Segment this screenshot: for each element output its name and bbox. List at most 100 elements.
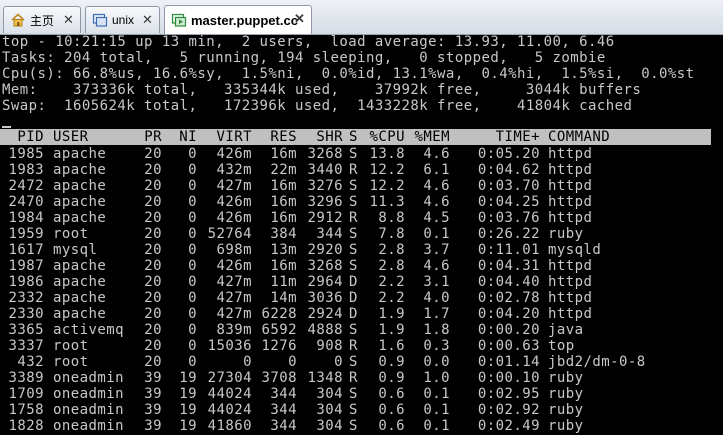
close-icon[interactable]: ✕	[62, 13, 75, 26]
cell-res: 16m	[270, 210, 297, 226]
cell-mem: 4.6	[423, 194, 450, 210]
cell-shr: 304	[316, 402, 343, 418]
column-header-res: RES	[270, 129, 297, 145]
cell-state: S	[349, 386, 358, 402]
close-icon[interactable]: ✕	[141, 13, 154, 26]
cell-shr: 304	[316, 386, 343, 402]
cell-user: oneadmin	[53, 402, 125, 418]
cell-shr: 0	[334, 354, 343, 370]
cell-shr: 3268	[307, 146, 343, 162]
cell-state: R	[349, 370, 358, 386]
tab-master-puppet[interactable]: master.puppet.cc ✕	[164, 5, 312, 34]
cell-shr: 344	[316, 226, 343, 242]
cell-shr: 2964	[307, 274, 343, 290]
cell-command: httpd	[548, 178, 593, 194]
cell-pid: 2330	[8, 306, 44, 322]
cell-mem: 0.1	[423, 226, 450, 242]
cell-pr: 39	[144, 386, 162, 402]
tab-unix[interactable]: unix ✕	[85, 6, 160, 33]
cell-ni: 0	[188, 338, 197, 354]
cell-virt: 432m	[216, 162, 252, 178]
cell-pid: 3389	[8, 370, 44, 386]
cell-state: S	[349, 402, 358, 418]
cell-pid: 1617	[8, 242, 44, 258]
cell-pid: 1758	[8, 402, 44, 418]
cell-time: 0:02.78	[477, 290, 540, 306]
cell-state: S	[349, 258, 358, 274]
cell-res: 344	[270, 386, 297, 402]
cell-res: 3708	[261, 370, 297, 386]
summary-mem: Mem: 373336k total, 335344k used, 37992k…	[2, 82, 642, 98]
close-icon[interactable]: ✕	[293, 12, 306, 25]
cell-time: 0:00.20	[477, 322, 540, 338]
cell-state: D	[349, 274, 358, 290]
cell-state: S	[349, 354, 358, 370]
cell-pid: 432	[17, 354, 44, 370]
tab-home[interactable]: 主页 ✕	[3, 6, 81, 33]
cell-res: 384	[270, 226, 297, 242]
cell-command: java	[548, 322, 584, 338]
cell-user: mysql	[53, 242, 98, 258]
column-header-mem: %MEM	[414, 129, 450, 145]
cell-cpu: 7.8	[378, 226, 405, 242]
cell-res: 0	[288, 354, 297, 370]
cell-virt: 426m	[216, 210, 252, 226]
terminal-window[interactable]: top - 10:21:15 up 13 min, 2 users, load …	[0, 34, 723, 435]
cell-res: 16m	[270, 194, 297, 210]
cell-pid: 1709	[8, 386, 44, 402]
cell-virt: 426m	[216, 258, 252, 274]
cell-virt: 839m	[216, 322, 252, 338]
terminal-cursor	[2, 126, 11, 128]
tab-master-puppet-label: master.puppet.cc	[191, 12, 298, 28]
cell-command: httpd	[548, 290, 593, 306]
cell-command: ruby	[548, 402, 584, 418]
cell-pr: 39	[144, 402, 162, 418]
cell-user: oneadmin	[53, 370, 125, 386]
cell-cpu: 2.8	[378, 258, 405, 274]
cell-pr: 20	[144, 274, 162, 290]
cell-cpu: 12.2	[369, 178, 405, 194]
cell-time: 0:03.76	[477, 210, 540, 226]
cell-user: apache	[53, 146, 107, 162]
cell-ni: 19	[179, 418, 197, 434]
cell-command: ruby	[548, 226, 584, 242]
cell-shr: 2924	[307, 306, 343, 322]
cell-state: D	[349, 306, 358, 322]
cell-res: 16m	[270, 258, 297, 274]
summary-cpu: Cpu(s): 66.8%us, 16.6%sy, 1.5%ni, 0.0%id…	[2, 66, 695, 82]
cell-state: S	[349, 146, 358, 162]
cell-mem: 0.1	[423, 418, 450, 434]
cell-mem: 4.6	[423, 146, 450, 162]
cell-res: 6592	[261, 322, 297, 338]
cell-command: ruby	[548, 370, 584, 386]
cell-cpu: 0.6	[378, 402, 405, 418]
tab-bar: 主页 ✕ unix ✕ master.puppet.cc ✕	[0, 0, 723, 35]
cell-shr: 2920	[307, 242, 343, 258]
cell-user: root	[53, 354, 89, 370]
cell-virt: 44024	[207, 386, 252, 402]
cell-pid: 1828	[8, 418, 44, 434]
cell-cpu: 0.6	[378, 386, 405, 402]
cell-pr: 20	[144, 322, 162, 338]
cell-command: top	[548, 338, 575, 354]
cell-pr: 20	[144, 226, 162, 242]
cell-state: S	[349, 194, 358, 210]
cell-user: root	[53, 226, 89, 242]
cell-user: apache	[53, 258, 107, 274]
column-header-command: COMMAND	[548, 129, 611, 145]
cell-user: apache	[53, 194, 107, 210]
cell-cpu: 11.3	[369, 194, 405, 210]
cell-ni: 0	[188, 290, 197, 306]
vm-icon	[171, 13, 187, 27]
cell-virt: 427m	[216, 290, 252, 306]
cell-mem: 4.5	[423, 210, 450, 226]
cell-command: httpd	[548, 258, 593, 274]
cell-mem: 1.7	[423, 306, 450, 322]
cell-state: D	[349, 290, 358, 306]
cell-ni: 0	[188, 146, 197, 162]
column-header-virt: VIRT	[216, 129, 252, 145]
cell-shr: 2912	[307, 210, 343, 226]
cell-res: 14m	[270, 290, 297, 306]
cell-command: httpd	[548, 146, 593, 162]
cell-pr: 39	[144, 418, 162, 434]
